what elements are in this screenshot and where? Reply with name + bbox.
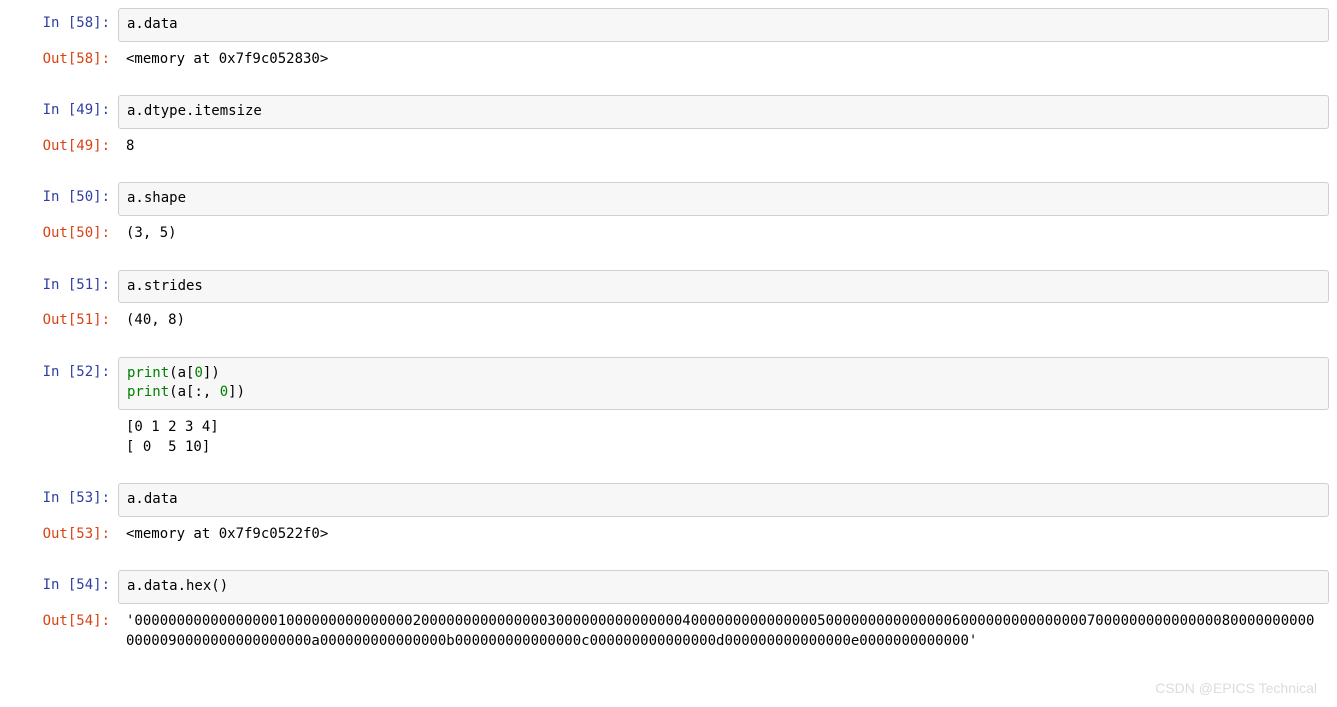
code-cell: In [52]: print(a[0]) print(a[:, 0]) (8, 357, 1329, 412)
in-label: In [52]: (43, 364, 110, 380)
output-prompt: Out[54]: (8, 606, 118, 663)
in-label: In [49]: (43, 102, 110, 118)
watermark: CSDN @EPICS Technical (1155, 679, 1317, 699)
code-input[interactable]: a.data (118, 483, 1329, 517)
in-label: In [54]: (43, 577, 110, 593)
code-input[interactable]: a.dtype.itemsize (118, 95, 1329, 129)
code-cell: In [50]: a.shape (8, 182, 1329, 218)
input-prompt: In [49]: (8, 95, 118, 131)
output-cell: Out[58]: <memory at 0x7f9c052830> (8, 44, 1329, 82)
input-prompt: In [50]: (8, 182, 118, 218)
in-label: In [50]: (43, 189, 110, 205)
output-prompt: Out[53]: (8, 519, 118, 557)
code-cell: In [54]: a.data.hex() (8, 570, 1329, 606)
stream-output: [0 1 2 3 4] [ 0 5 10] (118, 412, 1329, 463)
code-cell: In [49]: a.dtype.itemsize (8, 95, 1329, 131)
output-text: (3, 5) (118, 218, 1329, 250)
output-text: 8 (118, 131, 1329, 163)
input-prompt: In [58]: (8, 8, 118, 44)
output-text: (40, 8) (118, 305, 1329, 337)
code-input[interactable]: a.data.hex() (118, 570, 1329, 604)
out-label: Out[50]: (43, 225, 110, 241)
input-prompt: In [54]: (8, 570, 118, 606)
code-cell: In [51]: a.strides (8, 270, 1329, 306)
output-cell: Out[50]: (3, 5) (8, 218, 1329, 256)
code-input[interactable]: print(a[0]) print(a[:, 0]) (118, 357, 1329, 410)
output-cell: [0 1 2 3 4] [ 0 5 10] (8, 412, 1329, 469)
in-label: In [51]: (43, 277, 110, 293)
in-label: In [58]: (43, 15, 110, 31)
output-cell: Out[54]: '000000000000000001000000000000… (8, 606, 1329, 663)
output-cell: Out[49]: 8 (8, 131, 1329, 169)
output-prompt: Out[49]: (8, 131, 118, 169)
output-prompt: Out[50]: (8, 218, 118, 256)
code-cell: In [53]: a.data (8, 483, 1329, 519)
out-label: Out[51]: (43, 312, 110, 328)
output-prompt (8, 412, 118, 469)
output-cell: Out[53]: <memory at 0x7f9c0522f0> (8, 519, 1329, 557)
code-cell: In [58]: a.data (8, 8, 1329, 44)
output-text: <memory at 0x7f9c052830> (118, 44, 1329, 76)
input-prompt: In [51]: (8, 270, 118, 306)
out-label: Out[53]: (43, 526, 110, 542)
out-label: Out[49]: (43, 138, 110, 154)
output-cell: Out[51]: (40, 8) (8, 305, 1329, 343)
input-prompt: In [53]: (8, 483, 118, 519)
out-label: Out[54]: (43, 613, 110, 629)
output-text: <memory at 0x7f9c0522f0> (118, 519, 1329, 551)
code-input[interactable]: a.strides (118, 270, 1329, 304)
output-text: '000000000000000001000000000000000200000… (118, 606, 1329, 657)
output-prompt: Out[58]: (8, 44, 118, 82)
code-input[interactable]: a.data (118, 8, 1329, 42)
in-label: In [53]: (43, 490, 110, 506)
out-label: Out[58]: (43, 51, 110, 67)
code-input[interactable]: a.shape (118, 182, 1329, 216)
input-prompt: In [52]: (8, 357, 118, 412)
output-prompt: Out[51]: (8, 305, 118, 343)
